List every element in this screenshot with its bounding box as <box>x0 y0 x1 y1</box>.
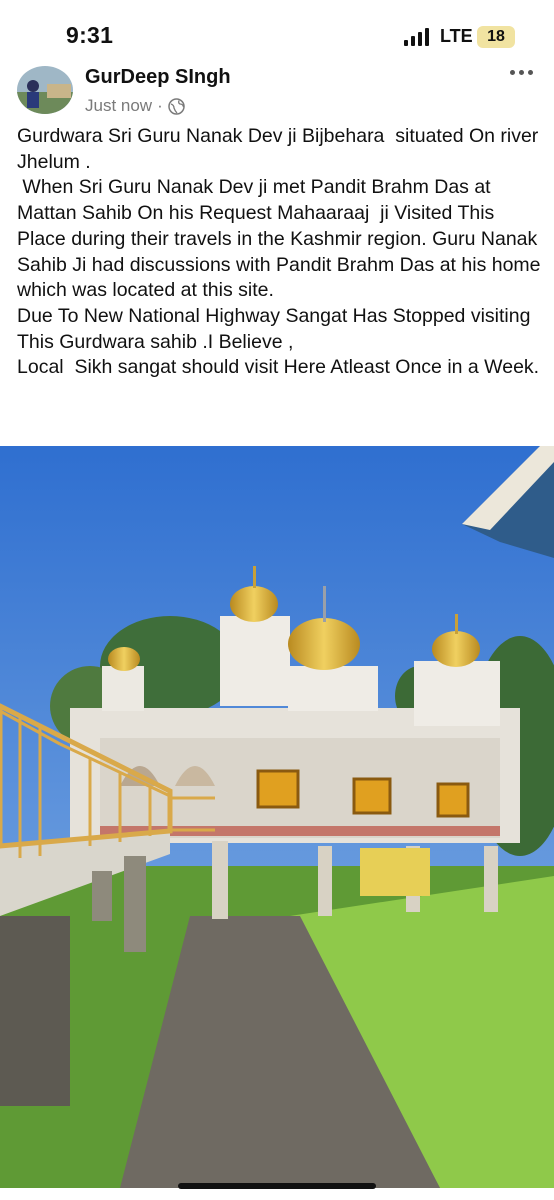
post-photo[interactable] <box>0 446 554 1188</box>
post-meta: Just now · <box>85 96 185 116</box>
network-type: LTE <box>440 26 473 46</box>
home-indicator[interactable] <box>178 1183 376 1189</box>
cellular-signal-icon <box>404 28 432 46</box>
more-options-icon[interactable] <box>510 66 536 80</box>
meta-separator: · <box>157 96 163 115</box>
status-time: 9:31 <box>66 22 114 48</box>
battery-icon: 18 <box>477 26 515 48</box>
post-timestamp[interactable]: Just now <box>85 96 152 116</box>
post-body-text: Gurdwara Sri Guru Nanak Dev ji Bijbehara… <box>17 125 541 379</box>
avatar[interactable] <box>17 66 73 114</box>
globe-icon <box>168 97 185 115</box>
post-author-name[interactable]: GurDeep SIngh <box>85 66 231 89</box>
status-bar: 9:31 LTE 18 <box>0 0 554 60</box>
